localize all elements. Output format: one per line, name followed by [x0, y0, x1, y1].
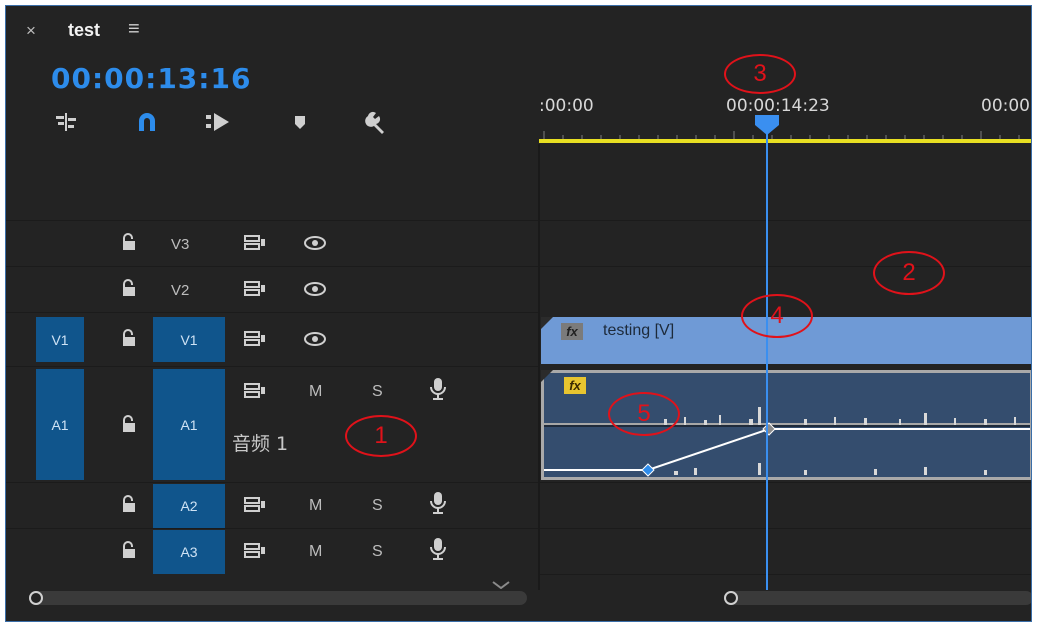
mute-track-button[interactable]: M — [309, 543, 322, 561]
sync-lock-icon[interactable] — [244, 281, 266, 297]
row-divider — [540, 220, 1031, 221]
mute-track-button[interactable]: M — [309, 497, 322, 515]
track-header-divider — [538, 144, 540, 590]
annotation-circle-1: 1 — [345, 415, 417, 457]
close-tab-button[interactable]: × — [26, 21, 36, 41]
track-label-v3[interactable]: V3 — [171, 236, 189, 253]
annotation-circle-4: 4 — [741, 294, 813, 338]
track-header-a2: A2 M S — [6, 483, 538, 528]
row-divider — [540, 482, 1031, 483]
source-patch-v1[interactable]: V1 — [36, 317, 84, 362]
source-patch-a1[interactable]: A1 — [36, 369, 84, 480]
sync-lock-icon[interactable] — [244, 497, 266, 513]
solo-track-button[interactable]: S — [372, 383, 383, 401]
lock-track-icon[interactable] — [121, 279, 137, 297]
snap-magnet-icon[interactable] — [133, 109, 161, 135]
ruler-label-end: 00:00 — [981, 96, 1030, 116]
sync-lock-icon[interactable] — [244, 235, 266, 251]
row-divider — [540, 528, 1031, 529]
insert-tool-icon[interactable] — [52, 109, 80, 135]
track-header-v3: V3 — [6, 221, 538, 266]
scroll-handle-left[interactable] — [29, 591, 43, 605]
solo-track-button[interactable]: S — [372, 497, 383, 515]
add-marker-icon[interactable] — [286, 109, 314, 135]
toggle-output-eye-icon[interactable] — [304, 332, 326, 346]
lock-track-icon[interactable] — [121, 541, 137, 559]
track-header-v1: V1 V1 — [6, 313, 538, 366]
sync-lock-icon[interactable] — [244, 331, 266, 347]
sequence-tab-title[interactable]: test — [68, 20, 100, 41]
linked-selection-icon[interactable] — [204, 109, 232, 135]
track-target-a2[interactable]: A2 — [153, 484, 225, 528]
track-header-scrollbar[interactable] — [29, 591, 527, 605]
sequence-timeline-panel: × test ≡ 00:00:13:16 :00:00 00:00:14:23 … — [5, 5, 1032, 622]
fx-badge[interactable]: fx — [561, 323, 583, 340]
voice-over-record-icon[interactable] — [430, 377, 446, 401]
annotation-circle-5: 5 — [608, 392, 680, 436]
lock-track-icon[interactable] — [121, 415, 137, 433]
volume-keyframe[interactable] — [641, 463, 655, 477]
track-target-a1[interactable]: A1 — [153, 369, 225, 480]
track-target-a3[interactable]: A3 — [153, 530, 225, 574]
voice-over-record-icon[interactable] — [430, 537, 446, 561]
lock-track-icon[interactable] — [121, 495, 137, 513]
zoom-handle-left[interactable] — [724, 591, 738, 605]
panel-resize-handle-icon[interactable] — [491, 581, 511, 589]
annotation-circle-3: 3 — [724, 54, 796, 94]
track-header-a1: A1 A1 M S 音频 1 — [6, 367, 538, 482]
ruler-label-start: :00:00 — [539, 96, 594, 116]
track-header-v2: V2 — [6, 267, 538, 312]
track-target-v1[interactable]: V1 — [153, 317, 225, 362]
wrench-settings-icon[interactable] — [362, 109, 390, 135]
annotation-circle-2: 2 — [873, 251, 945, 295]
voice-over-record-icon[interactable] — [430, 491, 446, 515]
video-clip-label: testing [V] — [603, 322, 675, 339]
sync-lock-icon[interactable] — [244, 383, 266, 399]
toggle-output-eye-icon[interactable] — [304, 236, 326, 250]
audio-track-name[interactable]: 音频 1 — [232, 429, 288, 456]
ruler-label-middle: 00:00:14:23 — [726, 96, 830, 116]
clip-start-marker-icon — [541, 317, 553, 329]
row-divider — [540, 266, 1031, 267]
volume-keyframe[interactable] — [762, 422, 776, 436]
playhead-timecode[interactable]: 00:00:13:16 — [51, 62, 251, 95]
panel-menu-icon[interactable]: ≡ — [128, 18, 140, 41]
lock-track-icon[interactable] — [121, 329, 137, 347]
lock-track-icon[interactable] — [121, 233, 137, 251]
row-divider — [540, 574, 1031, 575]
playhead-line[interactable] — [766, 124, 768, 590]
mute-track-button[interactable]: M — [309, 383, 322, 401]
solo-track-button[interactable]: S — [372, 543, 383, 561]
work-area-bar[interactable] — [539, 139, 1031, 143]
toggle-output-eye-icon[interactable] — [304, 282, 326, 296]
track-label-v2[interactable]: V2 — [171, 282, 189, 299]
sync-lock-icon[interactable] — [244, 543, 266, 559]
timeline-zoom-scrollbar[interactable] — [724, 591, 1031, 605]
track-header-a3: A3 M S — [6, 529, 538, 574]
